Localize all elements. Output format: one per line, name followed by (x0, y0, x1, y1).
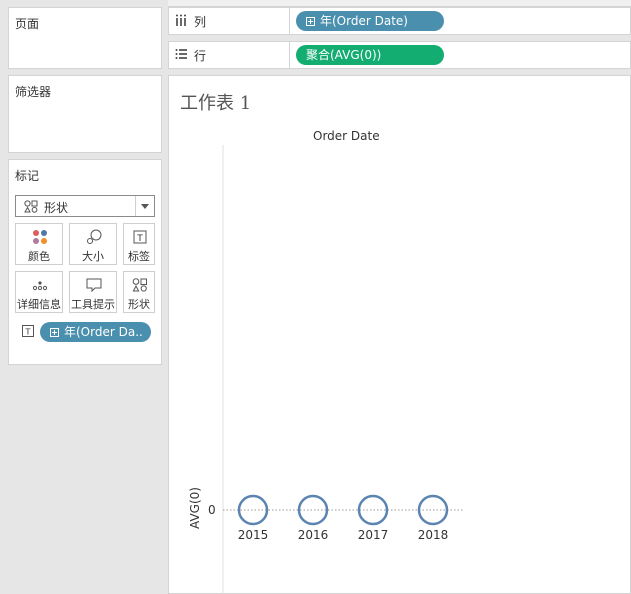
rows-pill-label: 聚合(AVG(0)) (306, 48, 382, 62)
label-label: 标签 (128, 250, 150, 263)
color-dots-icon (33, 230, 47, 244)
mark-type-dropdown[interactable]: 形状 (15, 195, 155, 217)
color-label: 颜色 (28, 250, 50, 263)
rows-shelf-label: 行 (194, 49, 207, 63)
filters-title: 筛选器 (15, 85, 52, 99)
chart-svg: 2015 2016 2017 2018 (222, 145, 463, 594)
x-tick-label-2017: 2017 (358, 528, 389, 542)
label-T-icon: T (133, 230, 147, 244)
detail-dots-icon (32, 281, 48, 291)
svg-text:T: T (25, 328, 31, 337)
pages-card[interactable]: 页面 (8, 7, 162, 69)
tooltip-button[interactable]: 工具提示 (69, 271, 117, 313)
expand-plus-icon (306, 17, 315, 26)
rows-pill[interactable]: 聚合(AVG(0)) (296, 45, 444, 65)
x-tick-label-2018: 2018 (418, 528, 449, 542)
x-tick-label-2016: 2016 (298, 528, 329, 542)
mark-type-label: 形状 (44, 201, 69, 215)
pages-title: 页面 (15, 17, 40, 31)
detail-label: 详细信息 (17, 298, 61, 311)
y-tick-0: 0 (208, 503, 216, 517)
svg-text:T: T (136, 234, 143, 244)
y-axis-label: AVG(0) (188, 487, 202, 529)
rows-shelf-divider (289, 41, 290, 69)
shape-label: 形状 (128, 298, 150, 311)
marks-field-pill-label: 年(Order Da.. (64, 325, 143, 339)
worksheet-title: 工作表 1 (180, 93, 252, 114)
shape-button[interactable]: 形状 (123, 271, 155, 313)
label-button[interactable]: T 标签 (123, 223, 155, 265)
size-icon (87, 229, 102, 244)
shape-icon (24, 200, 38, 213)
columns-pill[interactable]: 年(Order Date) (296, 11, 444, 31)
chevron-down-icon (141, 204, 149, 209)
size-button[interactable]: 大小 (69, 223, 117, 265)
rows-icon (175, 49, 187, 59)
label-T-icon: T (22, 325, 34, 337)
shape-icon (132, 278, 147, 292)
marks-title: 标记 (15, 169, 40, 183)
detail-button[interactable]: 详细信息 (15, 271, 63, 313)
marks-field-pill[interactable]: 年(Order Da.. (40, 322, 151, 342)
top-strip (168, 0, 631, 7)
columns-shelf-divider (289, 7, 290, 35)
tooltip-label: 工具提示 (71, 298, 115, 311)
columns-icon (176, 14, 186, 26)
data-point-2016[interactable] (297, 494, 329, 526)
columns-pill-label: 年(Order Date) (320, 14, 408, 28)
columns-shelf-label: 列 (194, 15, 207, 29)
filters-card[interactable]: 筛选器 (8, 75, 162, 153)
color-button[interactable]: 颜色 (15, 223, 63, 265)
size-label: 大小 (82, 250, 104, 263)
expand-plus-icon (50, 328, 59, 337)
x-tick-label-2015: 2015 (238, 528, 269, 542)
dropdown-separator (135, 196, 136, 216)
marks-layer: 2015 2016 2017 2018 (238, 494, 449, 542)
tooltip-icon (86, 278, 102, 293)
